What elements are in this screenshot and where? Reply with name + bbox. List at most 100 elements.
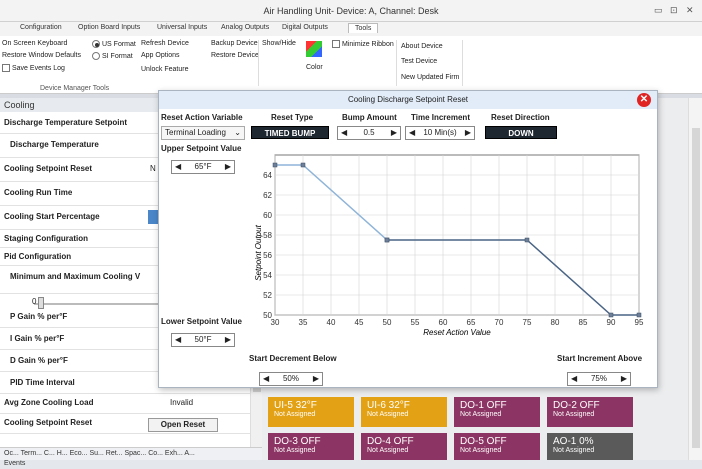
- ribbon: On Screen Keyboard Restore Window Defaul…: [0, 36, 702, 94]
- tile-do4[interactable]: DO-4 OFF Not Assigned: [361, 433, 447, 463]
- row-avg-zone-cooling[interactable]: Avg Zone Cooling Load Invalid: [0, 394, 250, 414]
- divider: [258, 40, 259, 86]
- arrow-left-icon[interactable]: ◀: [571, 373, 577, 385]
- tile-do2[interactable]: DO-2 OFF Not Assigned: [547, 397, 633, 427]
- app-options-button[interactable]: App Options: [141, 52, 180, 59]
- tab-tools[interactable]: Tools: [348, 23, 379, 33]
- close-icon[interactable]: ✕: [637, 93, 651, 107]
- tab-digital-outputs[interactable]: Digital Outputs: [282, 24, 328, 31]
- data-point: [300, 162, 306, 168]
- tile-do3[interactable]: DO-3 OFF Not Assigned: [268, 433, 354, 463]
- data-point: [272, 162, 278, 168]
- arrow-right-icon[interactable]: ▶: [465, 127, 471, 139]
- arrow-left-icon[interactable]: ◀: [175, 161, 181, 173]
- tile-ui5[interactable]: UI-5 32°F Not Assigned: [268, 397, 354, 427]
- reset-direction-label: Reset Direction: [491, 113, 550, 122]
- reset-type-toggle[interactable]: TIMED BUMP: [251, 126, 329, 139]
- show-hide-button[interactable]: Show/Hide: [262, 40, 296, 47]
- x-tick-label: 50: [383, 318, 392, 327]
- lower-setpoint-label: Lower Setpoint Value: [161, 317, 242, 326]
- test-device-button[interactable]: Test Device: [401, 58, 437, 65]
- new-updated-firm-button[interactable]: New Updated Firm: [401, 74, 459, 81]
- unlock-feature-button[interactable]: Unlock Feature: [141, 66, 188, 73]
- checkbox-icon: [332, 40, 340, 48]
- time-increment-stepper[interactable]: ◀ 10 Min(s) ▶: [405, 126, 475, 140]
- status-bar: Events: [0, 460, 702, 469]
- upper-setpoint-stepper[interactable]: ◀ 65°F ▶: [171, 160, 235, 174]
- arrow-right-icon[interactable]: ▶: [225, 161, 231, 173]
- setpoint-chart: 30 35 40 45 50 55 60 65 70 75 80 85 90 95505254565860…: [254, 154, 644, 337]
- on-screen-keyboard-button[interactable]: On Screen Keyboard: [2, 40, 67, 47]
- bump-amount-stepper[interactable]: ◀ 0.5 ▶: [337, 126, 401, 140]
- arrow-left-icon[interactable]: ◀: [409, 127, 415, 139]
- start-decrement-label: Start Decrement Below: [249, 354, 337, 363]
- save-events-log-checkbox[interactable]: Save Events Log: [2, 64, 65, 72]
- data-point: [608, 312, 614, 318]
- x-tick-label: 35: [299, 318, 308, 327]
- y-tick-label: 58: [263, 231, 272, 240]
- bottom-tabs[interactable]: Oc... Term... C... H... Eco... Su... Ret…: [0, 447, 262, 460]
- reset-action-select[interactable]: Terminal Loading ⌄: [161, 126, 245, 140]
- x-tick-label: 65: [467, 318, 476, 327]
- backup-device-button[interactable]: Backup Device: [211, 40, 258, 47]
- y-tick-label: 52: [263, 291, 272, 300]
- color-label: Color: [306, 64, 323, 71]
- about-device-button[interactable]: About Device: [401, 43, 443, 50]
- arrow-left-icon[interactable]: ◀: [175, 334, 181, 346]
- us-format-radio[interactable]: US Format: [92, 40, 136, 48]
- arrow-right-icon[interactable]: ▶: [621, 373, 627, 385]
- reset-direction-toggle[interactable]: DOWN: [485, 126, 557, 139]
- x-axis-label: Reset Action Value: [423, 328, 491, 337]
- maximize-icon[interactable]: ⊡: [670, 5, 678, 16]
- data-point: [524, 237, 530, 243]
- tab-analog-outputs[interactable]: Analog Outputs: [221, 24, 269, 31]
- x-tick-label: 80: [551, 318, 560, 327]
- color-palette-icon[interactable]: [306, 41, 322, 57]
- dialog-title: Cooling Discharge Setpoint Reset: [159, 91, 657, 109]
- minimize-ribbon-checkbox[interactable]: Minimize Ribbon: [332, 40, 394, 48]
- y-tick-label: 50: [263, 311, 272, 320]
- reset-action-variable-label: Reset Action Variable: [161, 113, 243, 122]
- radio-icon: [92, 40, 100, 48]
- window-title: Air Handling Unit- Device: A, Channel: D…: [263, 6, 439, 16]
- x-tick-label: 75: [523, 318, 532, 327]
- tile-ui6[interactable]: UI-6 32°F Not Assigned: [361, 397, 447, 427]
- x-tick-label: 95: [635, 318, 644, 327]
- close-icon[interactable]: ✕: [686, 5, 694, 16]
- ribbon-tabs: Configuration Option Board Inputs Univer…: [0, 22, 702, 36]
- tile-do5[interactable]: DO-5 OFF Not Assigned: [454, 433, 540, 463]
- arrow-left-icon[interactable]: ◀: [341, 127, 347, 139]
- divider: [396, 40, 397, 86]
- value-input[interactable]: [148, 210, 158, 224]
- tab-option-board-inputs[interactable]: Option Board Inputs: [78, 24, 140, 31]
- y-tick-label: 64: [263, 171, 272, 180]
- restore-defaults-button[interactable]: Restore Window Defaults: [2, 52, 81, 59]
- lower-setpoint-stepper[interactable]: ◀ 50°F ▶: [171, 333, 235, 347]
- tab-configuration[interactable]: Configuration: [20, 24, 62, 31]
- arrow-right-icon[interactable]: ▶: [313, 373, 319, 385]
- setpoint-reset-dialog: Cooling Discharge Setpoint Reset ✕ Reset…: [158, 90, 658, 388]
- start-increment-label: Start Increment Above: [557, 354, 643, 363]
- checkbox-icon: [2, 64, 10, 72]
- restore-device-button[interactable]: Restore Device: [211, 52, 259, 59]
- tile-do1[interactable]: DO-1 OFF Not Assigned: [454, 397, 540, 427]
- arrow-left-icon[interactable]: ◀: [263, 373, 269, 385]
- tab-universal-inputs[interactable]: Universal Inputs: [157, 24, 207, 31]
- x-tick-label: 85: [579, 318, 588, 327]
- start-decrement-stepper[interactable]: ◀ 50% ▶: [259, 372, 323, 386]
- arrow-right-icon[interactable]: ▶: [225, 334, 231, 346]
- start-increment-stepper[interactable]: ◀ 75% ▶: [567, 372, 631, 386]
- title-bar: Air Handling Unit- Device: A, Channel: D…: [0, 0, 702, 22]
- open-reset-button[interactable]: Open Reset: [148, 418, 218, 432]
- right-scrollbar[interactable]: [688, 98, 702, 460]
- tile-ao1[interactable]: AO-1 0% Not Assigned: [547, 433, 633, 463]
- arrow-right-icon[interactable]: ▶: [391, 127, 397, 139]
- si-format-radio[interactable]: SI Format: [92, 52, 133, 60]
- data-point: [384, 237, 390, 243]
- refresh-device-button[interactable]: Refresh Device: [141, 40, 189, 47]
- minimize-icon[interactable]: ▭: [654, 5, 663, 16]
- scrollbar-thumb[interactable]: [692, 128, 700, 448]
- y-tick-label: 54: [263, 271, 272, 280]
- radio-icon: [92, 52, 100, 60]
- x-tick-label: 55: [411, 318, 420, 327]
